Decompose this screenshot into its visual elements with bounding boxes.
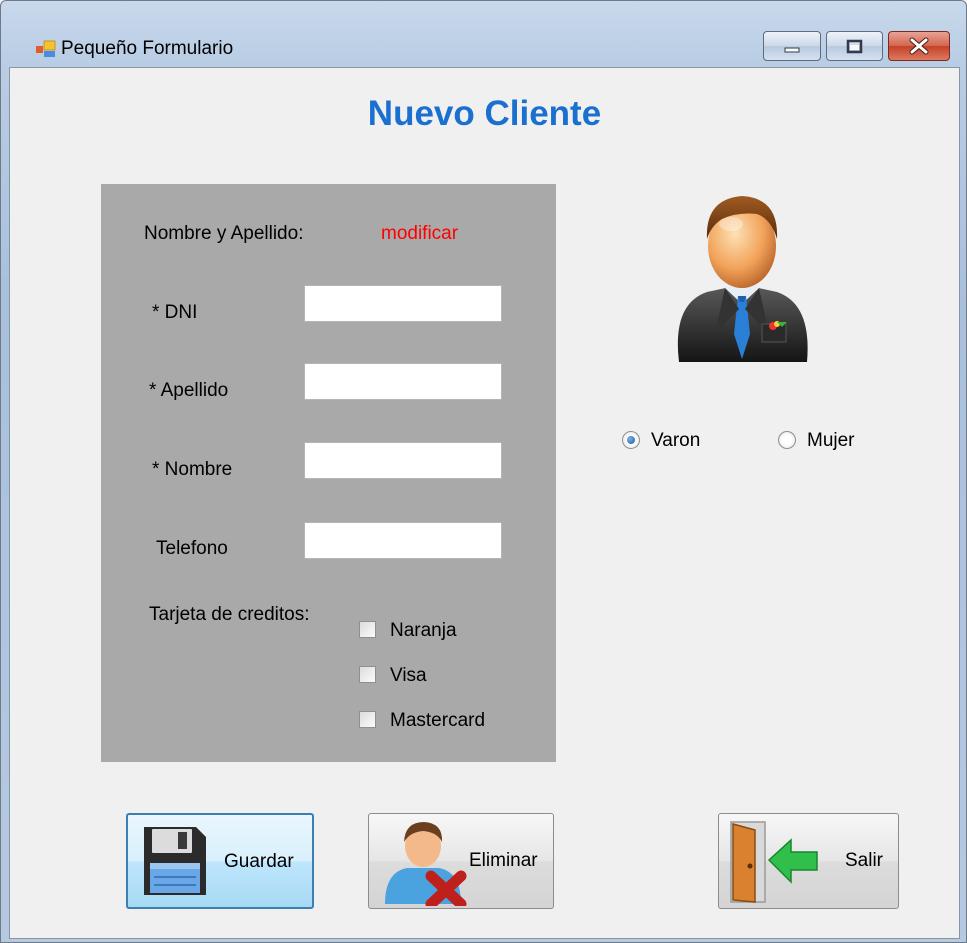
form-client-area: Nuevo Cliente Nombre y Apellido: modific…	[9, 67, 960, 939]
app-window: Pequeño Formulario Nuevo Cliente Nombre …	[0, 0, 967, 943]
minimize-button[interactable]	[763, 31, 821, 61]
apellido-input[interactable]	[304, 363, 502, 400]
close-icon	[909, 37, 929, 55]
radio-selected-dot	[627, 436, 635, 444]
businessman-avatar-icon	[677, 196, 808, 362]
save-button-label: Guardar	[224, 851, 294, 872]
exit-door-icon	[730, 821, 818, 903]
form-heading: Nuevo Cliente	[367, 94, 602, 133]
nombre-input[interactable]	[304, 442, 502, 479]
delete-button[interactable]: Eliminar	[368, 813, 554, 909]
credit-cards-label: Tarjeta de creditos:	[149, 604, 310, 625]
exit-button-label: Salir	[845, 850, 884, 871]
visa-checkbox[interactable]	[359, 666, 376, 683]
title-bar[interactable]	[1, 1, 966, 31]
mastercard-checkbox[interactable]	[359, 711, 376, 728]
dni-label: * DNI	[152, 302, 198, 323]
mastercard-label[interactable]: Mastercard	[390, 710, 485, 732]
floppy-disk-icon	[144, 827, 206, 895]
delete-button-label: Eliminar	[469, 850, 538, 871]
restore-icon	[846, 39, 863, 54]
exit-button[interactable]: Salir	[718, 813, 899, 909]
nombre-label: * Nombre	[152, 459, 233, 480]
maximize-button[interactable]	[826, 31, 883, 61]
varon-label[interactable]: Varon	[651, 430, 700, 452]
window-title: Pequeño Formulario	[61, 38, 234, 59]
save-button[interactable]: Guardar	[126, 813, 314, 909]
telefono-input[interactable]	[304, 522, 502, 559]
user-delete-icon	[385, 822, 467, 906]
mujer-radio[interactable]	[778, 431, 796, 449]
mujer-label[interactable]: Mujer	[807, 430, 855, 452]
apellido-label: * Apellido	[149, 380, 229, 401]
name-label: Nombre y Apellido:	[144, 223, 304, 244]
form-app-icon	[36, 40, 56, 57]
dni-input[interactable]	[304, 285, 502, 322]
naranja-checkbox[interactable]	[359, 621, 376, 638]
visa-label[interactable]: Visa	[390, 665, 427, 687]
telefono-label: Telefono	[156, 538, 228, 559]
minimize-icon	[784, 47, 800, 53]
customer-data-panel: Nombre y Apellido: modificar * DNI * Ape…	[101, 184, 556, 762]
close-button[interactable]	[888, 31, 950, 61]
name-value: modificar	[381, 223, 459, 244]
naranja-label[interactable]: Naranja	[390, 620, 457, 642]
varon-radio[interactable]	[622, 431, 640, 449]
